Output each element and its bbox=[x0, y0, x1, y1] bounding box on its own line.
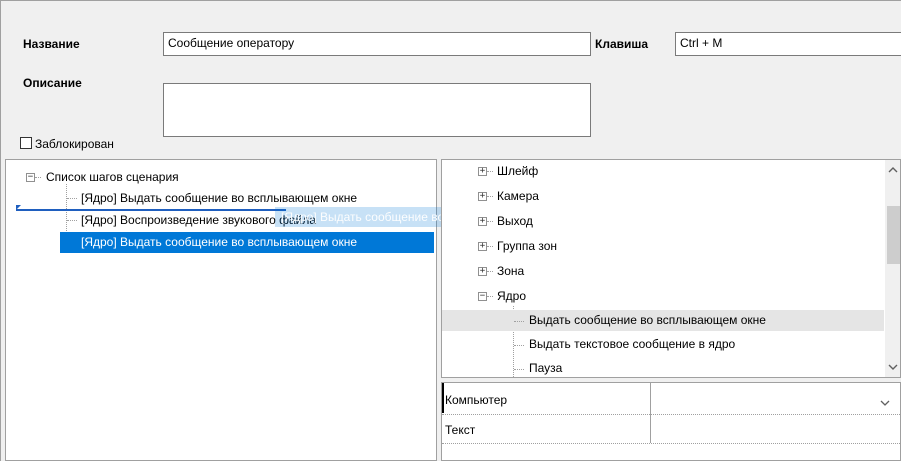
tree-node[interactable]: Зона bbox=[497, 261, 524, 282]
minus-box-icon[interactable]: − bbox=[26, 173, 35, 182]
vertical-scrollbar[interactable] bbox=[885, 160, 900, 377]
tree-connector bbox=[487, 271, 493, 272]
actions-tree-panel[interactable]: + Шлейф + Камера + Выход + Группа зон + … bbox=[441, 159, 901, 378]
tree-node[interactable]: Выход bbox=[497, 211, 533, 232]
tree-connector bbox=[67, 198, 77, 199]
tree-connector bbox=[514, 369, 524, 370]
tree-connector bbox=[487, 221, 493, 222]
tree-connector bbox=[514, 345, 524, 346]
row-divider bbox=[442, 414, 901, 415]
plus-box-icon[interactable]: + bbox=[478, 267, 487, 276]
tree-leaf[interactable]: Выдать текстовое сообщение в ядро bbox=[529, 334, 735, 355]
step-item[interactable]: [Ядро] Выдать сообщение во всплывающем о… bbox=[78, 188, 360, 209]
tree-leaf[interactable]: Пауза bbox=[529, 358, 562, 377]
scrollbar-thumb[interactable] bbox=[887, 206, 900, 264]
plus-box-icon[interactable]: + bbox=[478, 242, 487, 251]
step-item-label: [Ядро] Выдать сообщение во всплывающем о… bbox=[81, 235, 357, 249]
name-input[interactable]: Сообщение оператору bbox=[163, 32, 591, 56]
window-left-edge bbox=[0, 0, 1, 461]
chevron-down-icon[interactable] bbox=[880, 396, 890, 410]
property-row-selected-marker bbox=[442, 383, 444, 413]
name-label: Название bbox=[23, 37, 80, 51]
tree-connector bbox=[487, 296, 493, 297]
drop-insertion-line bbox=[16, 209, 286, 211]
tree-node[interactable]: Ядро bbox=[497, 286, 526, 307]
tree-connector bbox=[514, 321, 524, 322]
tree-node[interactable]: Группа зон bbox=[497, 236, 557, 257]
chevron-down-icon[interactable] bbox=[885, 360, 900, 376]
window-top-edge bbox=[0, 0, 901, 1]
description-textarea[interactable] bbox=[163, 83, 591, 137]
tree-node[interactable]: Шлейф bbox=[497, 161, 538, 182]
tree-connector bbox=[487, 196, 493, 197]
plus-box-icon[interactable]: + bbox=[478, 217, 487, 226]
key-input[interactable]: Ctrl + M bbox=[675, 32, 901, 56]
key-label: Клавиша bbox=[595, 37, 649, 51]
tree-connector bbox=[35, 177, 41, 178]
tree-connector bbox=[487, 246, 493, 247]
description-label: Описание bbox=[23, 76, 82, 90]
tree-node[interactable]: Камера bbox=[497, 186, 539, 207]
steps-tree-panel[interactable]: − Список шагов сценария [Ядро] Выдать со… bbox=[5, 159, 437, 461]
locked-label[interactable]: Заблокирован bbox=[35, 137, 114, 151]
step-item-selected[interactable]: [Ядро] Выдать сообщение во всплывающем о… bbox=[60, 232, 434, 253]
tree-leaf[interactable]: Выдать сообщение во всплывающем окне bbox=[529, 310, 766, 331]
plus-box-icon[interactable]: + bbox=[478, 167, 487, 176]
minus-box-icon[interactable]: − bbox=[478, 292, 487, 301]
row-divider bbox=[442, 443, 901, 444]
property-name-computer[interactable]: Компьютер bbox=[445, 387, 507, 413]
property-name-column-divider bbox=[650, 383, 651, 443]
property-name-text[interactable]: Текст bbox=[445, 417, 475, 443]
drop-insertion-marker bbox=[16, 205, 21, 210]
chevron-up-icon[interactable] bbox=[885, 162, 900, 178]
locked-checkbox[interactable] bbox=[20, 137, 32, 149]
tree-connector bbox=[67, 220, 77, 221]
plus-box-icon[interactable]: + bbox=[478, 192, 487, 201]
tree-connector bbox=[487, 171, 493, 172]
properties-grid[interactable]: Компьютер Текст bbox=[441, 382, 901, 461]
